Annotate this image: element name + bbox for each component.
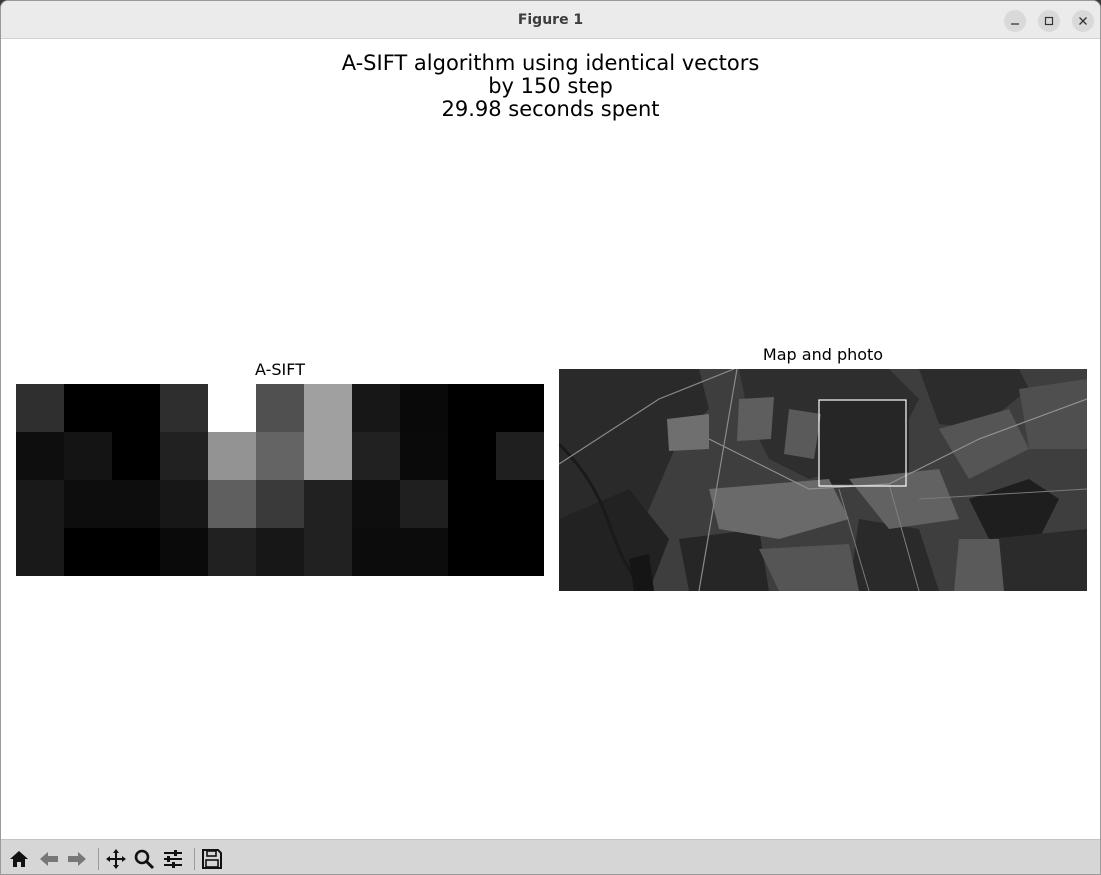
forward-button[interactable]: [65, 847, 89, 871]
minimize-button[interactable]: [1004, 10, 1026, 32]
field-area: [1019, 379, 1087, 449]
heatmap-cell: [16, 528, 65, 576]
configure-subplots-icon: [164, 850, 182, 868]
heatmap-cell: [400, 384, 449, 433]
heatmap-cell: [64, 432, 113, 481]
heatmap-cell: [496, 384, 544, 433]
close-button[interactable]: [1072, 10, 1094, 32]
heatmap-cell: [304, 432, 353, 481]
heatmap-cell: [208, 528, 257, 576]
close-icon: [1079, 17, 1087, 25]
suptitle-line-3: 29.98 seconds spent: [441, 97, 660, 121]
heatmap-cell: [208, 480, 257, 529]
heatmap-cell: [448, 384, 497, 433]
heatmap-cell: [352, 528, 401, 576]
figure-window: Figure 1 A-SIFT algorithm using identica…: [0, 0, 1101, 875]
home-button[interactable]: [7, 847, 31, 871]
heatmap-cell: [448, 528, 497, 576]
heatmap-cell: [352, 384, 401, 433]
zoom-icon: [134, 849, 155, 870]
configure-subplots-button[interactable]: [161, 847, 185, 871]
heatmap-title: A-SIFT: [255, 360, 305, 379]
heatmap-cell: [112, 432, 161, 481]
toolbar-separator: [98, 848, 99, 870]
heatmap-cell: [16, 480, 65, 529]
asift-heatmap[interactable]: [16, 384, 544, 576]
heatmap-cell: [112, 480, 161, 529]
heatmap-cell: [64, 384, 113, 433]
title-bar[interactable]: Figure 1: [1, 1, 1100, 39]
heatmap-cell: [496, 432, 544, 481]
heatmap-cell: [160, 432, 209, 481]
pan-button[interactable]: [104, 847, 128, 871]
heatmap-cell: [352, 432, 401, 481]
back-button[interactable]: [37, 847, 61, 871]
save-button[interactable]: [200, 847, 224, 871]
heatmap-cell: [160, 480, 209, 529]
suptitle-line-1: A-SIFT algorithm using identical vectors: [341, 51, 760, 75]
toolbar-separator: [194, 848, 195, 870]
pan-icon: [106, 849, 126, 869]
heatmap-cell: [16, 432, 65, 481]
heatmap-cell: [400, 480, 449, 529]
save-icon: [202, 849, 222, 869]
heatmap-cell: [256, 432, 305, 481]
back-icon: [40, 852, 58, 866]
heatmap-cell: [448, 432, 497, 481]
heatmap-cell: [400, 432, 449, 481]
heatmap-cell: [64, 528, 113, 576]
heatmap-cell: [160, 384, 209, 433]
minimize-icon: [1011, 23, 1019, 25]
photo-title: Map and photo: [762, 345, 884, 364]
heatmap-cell: [304, 480, 353, 529]
heatmap-cell: [448, 480, 497, 529]
forward-icon: [68, 852, 86, 866]
field-area: [954, 539, 1004, 591]
map-photo[interactable]: [559, 369, 1087, 591]
heatmap-cell: [64, 480, 113, 529]
heatmap-cell: [496, 528, 544, 576]
zoom-button[interactable]: [132, 847, 156, 871]
heatmap-cell: [208, 384, 257, 433]
heatmap-cell: [112, 528, 161, 576]
heatmap-cell: [352, 480, 401, 529]
suptitle-line-2: by 150 step: [488, 74, 613, 98]
field-area: [667, 414, 709, 451]
heatmap-cell: [304, 528, 353, 576]
maximize-button[interactable]: [1038, 10, 1060, 32]
heatmap-cell: [16, 384, 65, 433]
heatmap-cell: [496, 480, 544, 529]
figure-canvas[interactable]: A-SIFT algorithm using identical vectors…: [1, 39, 1100, 839]
heatmap-cell: [256, 528, 305, 576]
heatmap-cell: [256, 384, 305, 433]
maximize-icon: [1044, 16, 1054, 26]
window-title: Figure 1: [517, 12, 584, 28]
heatmap-cell: [208, 432, 257, 481]
home-icon: [10, 851, 28, 867]
heatmap-cell: [256, 480, 305, 529]
field-area: [737, 397, 774, 441]
navigation-toolbar: [1, 839, 1100, 874]
heatmap-cell: [304, 384, 353, 433]
forest-area: [819, 399, 909, 484]
forest-area: [679, 529, 769, 591]
heatmap-cell: [160, 528, 209, 576]
heatmap-cell: [112, 384, 161, 433]
forest-area: [989, 529, 1087, 591]
heatmap-cell: [400, 528, 449, 576]
